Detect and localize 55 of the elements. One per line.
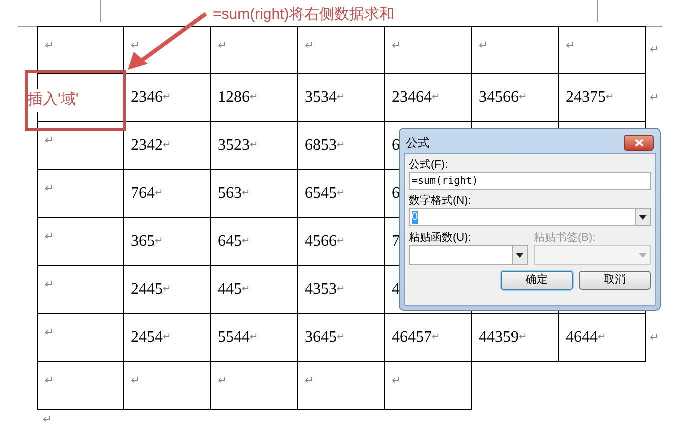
row-end-mark: ↵ bbox=[650, 331, 659, 346]
table-cell: 2445↵ bbox=[124, 266, 211, 314]
table-cell: 2346↵ bbox=[124, 74, 211, 122]
table-cell: 4566↵ bbox=[298, 218, 385, 266]
table-cell: 3523↵ bbox=[211, 122, 298, 170]
table-cell: 4644↵ bbox=[559, 314, 646, 362]
table-cell: 6853↵ bbox=[298, 122, 385, 170]
table-cell: 23464↵ bbox=[385, 74, 472, 122]
table-cell: ↵ bbox=[124, 362, 211, 410]
paste-function-label: 粘贴函数(U): bbox=[409, 231, 472, 245]
table-cell: 4353↵ bbox=[298, 266, 385, 314]
table-cell: 2454↵ bbox=[124, 314, 211, 362]
table-cell: 5544↵ bbox=[211, 314, 298, 362]
table-cell: 24375↵ bbox=[559, 74, 646, 122]
table-cell: ↵ bbox=[385, 362, 472, 410]
formula-field[interactable]: =sum(right) bbox=[409, 172, 651, 190]
table-cell: ↵ bbox=[37, 362, 124, 410]
table-cell: ↵ bbox=[559, 26, 646, 74]
table-cell: 44359↵ bbox=[472, 314, 559, 362]
dialog-button[interactable]: 取消 bbox=[579, 271, 651, 290]
table-cell: 6545↵ bbox=[298, 170, 385, 218]
table-cell: ↵ bbox=[37, 314, 124, 362]
number-format-label: 数字格式(N): bbox=[409, 194, 472, 208]
row-end-mark: ↵ bbox=[650, 43, 659, 58]
table-cell: 46457↵ bbox=[385, 314, 472, 362]
table-cell: ↵ bbox=[298, 26, 385, 74]
cell-annotation: 插入'域' bbox=[28, 89, 79, 112]
table-cell: ↵ bbox=[385, 26, 472, 74]
number-format-value: 0 bbox=[412, 210, 418, 224]
table-cell: 365↵ bbox=[124, 218, 211, 266]
table-cell: ↵ bbox=[298, 362, 385, 410]
annotation-note: =sum(right)将右侧数据求和 bbox=[213, 5, 394, 25]
paragraph-mark: ↵ bbox=[43, 413, 52, 428]
table-cell: ↵ bbox=[37, 26, 124, 74]
table-cell: ↵ bbox=[37, 122, 124, 170]
table-cell: 1286↵ bbox=[211, 74, 298, 122]
table-cell: 3534↵ bbox=[298, 74, 385, 122]
table-cell: 3645↵ bbox=[298, 314, 385, 362]
dialog-button[interactable]: 确定 bbox=[501, 271, 573, 290]
table-cell: 645↵ bbox=[211, 218, 298, 266]
table-cell: 563↵ bbox=[211, 170, 298, 218]
table-cell: ↵ bbox=[37, 266, 124, 314]
dialog-title: 公式 bbox=[406, 135, 430, 152]
row-end-mark: ↵ bbox=[650, 91, 659, 106]
table-cell: 34566↵ bbox=[472, 74, 559, 122]
table-cell: ↵ bbox=[211, 362, 298, 410]
table-cell: 445↵ bbox=[211, 266, 298, 314]
paste-bookmark-label: 粘贴书签(B): bbox=[534, 231, 597, 245]
table-cell: 2342↵ bbox=[124, 122, 211, 170]
table-cell: ↵ bbox=[37, 218, 124, 266]
table-cell: ↵ bbox=[37, 170, 124, 218]
table-cell: 764↵ bbox=[124, 170, 211, 218]
table-cell: ↵ bbox=[211, 26, 298, 74]
formula-label: 公式(F): bbox=[409, 158, 450, 172]
table-cell: ↵ bbox=[472, 26, 559, 74]
